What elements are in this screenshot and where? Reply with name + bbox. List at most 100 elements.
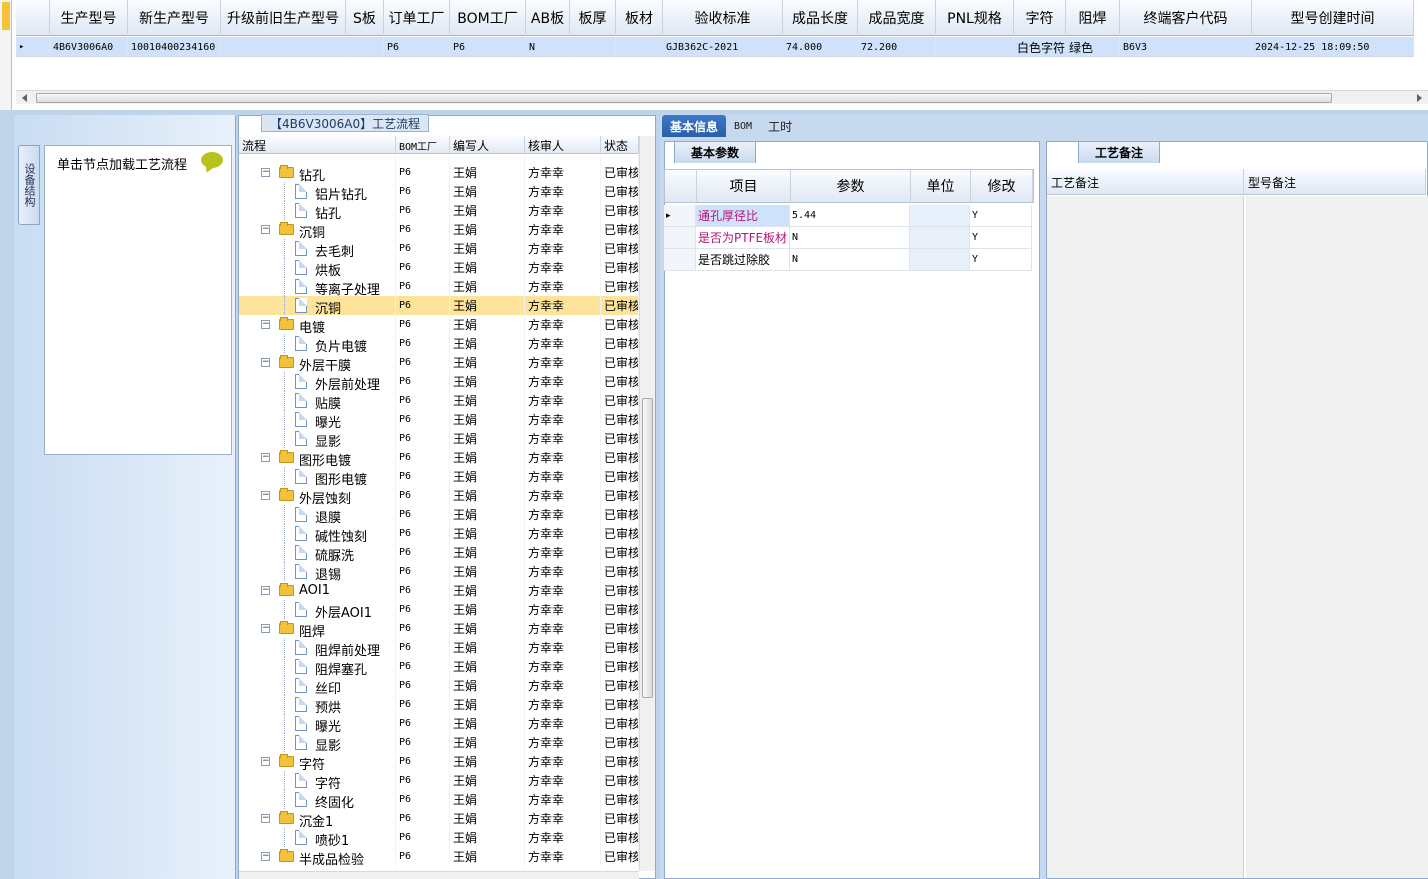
tree-row[interactable]: − 钻孔 P6 王娟 方幸幸 已审核 <box>239 163 639 182</box>
tree-node[interactable]: 沉铜 <box>239 296 396 315</box>
params-column-header[interactable]: 修改 <box>971 170 1033 202</box>
param-edit-cell[interactable]: Y <box>970 227 1032 248</box>
grid-cell[interactable]: P6 <box>384 37 450 57</box>
column-header[interactable]: 验收标准 <box>663 0 783 36</box>
grid-cell[interactable]: B6V3 <box>1120 37 1252 57</box>
tree-row[interactable]: 阻焊塞孔 P6 王娟 方幸幸 已审核 <box>239 657 639 676</box>
tree-node[interactable]: 铝片钻孔 <box>239 182 396 201</box>
tree-node[interactable]: 外层AOI1 <box>239 600 396 619</box>
column-header[interactable]: BOM工厂 <box>450 0 526 36</box>
tree-row[interactable]: 曝光 P6 王娟 方幸幸 已审核 <box>239 410 639 429</box>
grid-cell[interactable] <box>936 37 1014 57</box>
tree-node[interactable]: 等离子处理 <box>239 277 396 296</box>
tree-node[interactable]: 预烘 <box>239 695 396 714</box>
tree-node[interactable]: − AOI1 <box>239 581 396 600</box>
column-header[interactable]: 升级前旧生产型号 <box>221 0 346 36</box>
grid-cell[interactable]: 72.200 <box>858 37 936 57</box>
grid-cell[interactable] <box>616 37 663 57</box>
tree-node[interactable]: 钻孔 <box>239 201 396 220</box>
tree-row[interactable]: 外层AOI1 P6 王娟 方幸幸 已审核 <box>239 600 639 619</box>
tree-row[interactable]: 丝印 P6 王娟 方幸幸 已审核 <box>239 676 639 695</box>
tree-node[interactable]: 字符 <box>239 771 396 790</box>
collapse-icon[interactable]: − <box>261 852 270 861</box>
param-edit-cell[interactable]: Y <box>970 205 1032 226</box>
column-header[interactable]: 成品长度 <box>783 0 858 36</box>
tree-row[interactable]: 碱性蚀刻 P6 王娟 方幸幸 已审核 <box>239 524 639 543</box>
tree-node[interactable]: 烘板 <box>239 258 396 277</box>
collapse-icon[interactable]: − <box>261 453 270 462</box>
tree-node[interactable]: 曝光 <box>239 410 396 429</box>
tree-node[interactable]: 曝光 <box>239 714 396 733</box>
tab-basic-params[interactable]: 基本参数 <box>674 141 757 163</box>
tree-node[interactable]: − 半成品检验 <box>239 847 396 866</box>
tree-node[interactable]: 外层前处理 <box>239 372 396 391</box>
tree-row[interactable]: 沉铜 P6 王娟 方幸幸 已审核 <box>239 296 639 315</box>
params-row[interactable]: ▸ 通孔厚径比 5.44 Y <box>664 205 1032 227</box>
tree-node[interactable]: 显影 <box>239 733 396 752</box>
tree-row[interactable]: 外层前处理 P6 王娟 方幸幸 已审核 <box>239 372 639 391</box>
grid-cell[interactable] <box>570 37 616 57</box>
tree-node[interactable]: − 外层蚀刻 <box>239 486 396 505</box>
collapse-icon[interactable]: − <box>261 757 270 766</box>
process-tree-vscroll[interactable] <box>639 136 655 871</box>
tree-node[interactable]: 阻焊前处理 <box>239 638 396 657</box>
process-note-area[interactable] <box>1047 196 1244 878</box>
column-header[interactable]: 板厚 <box>570 0 616 36</box>
tree-row[interactable]: 负片电镀 P6 王娟 方幸幸 已审核 <box>239 334 639 353</box>
collapse-icon[interactable]: − <box>261 168 270 177</box>
grid-cell[interactable]: P6 <box>450 37 526 57</box>
tree-node[interactable]: 碱性蚀刻 <box>239 524 396 543</box>
tree-row[interactable]: 烘板 P6 王娟 方幸幸 已审核 <box>239 258 639 277</box>
splitter[interactable] <box>1041 141 1045 879</box>
tree-row[interactable]: − 图形电镀 P6 王娟 方幸幸 已审核 <box>239 448 639 467</box>
tree-row[interactable]: 字符 P6 王娟 方幸幸 已审核 <box>239 771 639 790</box>
tree-row[interactable]: 等离子处理 P6 王娟 方幸幸 已审核 <box>239 277 639 296</box>
vscroll-thumb[interactable] <box>642 398 653 698</box>
tree-row[interactable]: 终固化 P6 王娟 方幸幸 已审核 <box>239 790 639 809</box>
process-tree-hscroll[interactable] <box>239 871 639 879</box>
model-grid-hscroll[interactable] <box>16 90 1428 104</box>
tree-node[interactable]: − 电镀 <box>239 315 396 334</box>
collapse-icon[interactable]: − <box>261 225 270 234</box>
params-column-header[interactable]: 单位 <box>911 170 971 202</box>
tree-row[interactable]: 硫脲洗 P6 王娟 方幸幸 已审核 <box>239 543 639 562</box>
tree-column-header[interactable]: 状态 <box>601 136 639 154</box>
param-unit-cell[interactable] <box>910 205 970 226</box>
grid-cell[interactable] <box>346 37 384 57</box>
tree-row[interactable]: 贴膜 P6 王娟 方幸幸 已审核 <box>239 391 639 410</box>
collapse-icon[interactable]: − <box>261 586 270 595</box>
grid-cell[interactable]: 74.000 <box>783 37 858 57</box>
tab-process-notes[interactable]: 工艺备注 <box>1078 141 1161 163</box>
column-header[interactable]: AB板 <box>526 0 570 36</box>
process-tree-body[interactable]: − 钻孔 P6 王娟 方幸幸 已审核 铝片钻孔 P6 王娟 方幸幸 已审核 钻孔 P6 王娟 方幸幸 已审核 −… <box>239 155 639 871</box>
column-header[interactable]: 新生产型号 <box>128 0 221 36</box>
tree-column-header[interactable]: 流程 <box>239 136 396 154</box>
tree-row[interactable]: 预烘 P6 王娟 方幸幸 已审核 <box>239 695 639 714</box>
tree-node[interactable]: 负片电镀 <box>239 334 396 353</box>
grid-cell[interactable]: 绿色 <box>1066 37 1120 57</box>
tree-node[interactable]: 终固化 <box>239 790 396 809</box>
tree-node[interactable]: 显影 <box>239 429 396 448</box>
tree-row[interactable]: − AOI1 P6 王娟 方幸幸 已审核 <box>239 581 639 600</box>
tree-node[interactable]: − 沉金1 <box>239 809 396 828</box>
column-header[interactable]: 生产型号 <box>50 0 128 36</box>
tree-node[interactable]: − 外层干膜 <box>239 353 396 372</box>
tree-node[interactable]: 阻焊塞孔 <box>239 657 396 676</box>
tree-column-header[interactable]: 核审人 <box>525 136 601 154</box>
param-edit-cell[interactable]: Y <box>970 249 1032 270</box>
column-header[interactable]: PNL规格 <box>936 0 1014 36</box>
params-column-header[interactable]: 项目 <box>697 170 791 202</box>
grid-cell[interactable]: 4B6V3006A0 <box>50 37 128 57</box>
tree-node[interactable]: 图形电镀 <box>239 467 396 486</box>
tree-node[interactable]: 贴膜 <box>239 391 396 410</box>
tree-node[interactable]: 硫脲洗 <box>239 543 396 562</box>
column-header[interactable]: 型号创建时间 <box>1252 0 1414 36</box>
params-row[interactable]: 是否跳过除胶 N Y <box>664 249 1032 271</box>
tab-equipment-structure[interactable]: 设备结构 <box>18 145 40 225</box>
param-value-cell[interactable]: N <box>790 249 910 270</box>
tree-row[interactable]: − 外层蚀刻 P6 王娟 方幸幸 已审核 <box>239 486 639 505</box>
tree-node[interactable]: − 图形电镀 <box>239 448 396 467</box>
tree-node[interactable]: − 钻孔 <box>239 163 396 182</box>
tree-row[interactable]: − 阻焊 P6 王娟 方幸幸 已审核 <box>239 619 639 638</box>
grid-cell[interactable]: N <box>526 37 570 57</box>
